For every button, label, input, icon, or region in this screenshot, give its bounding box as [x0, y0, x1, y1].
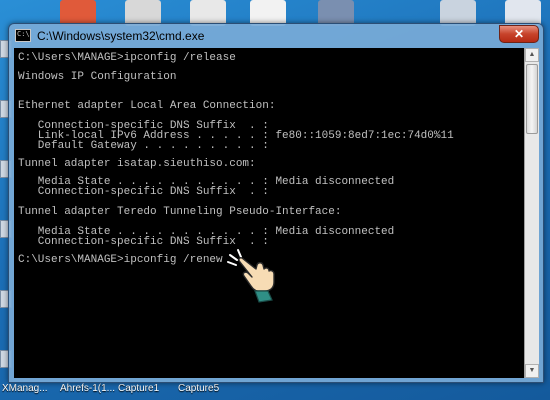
hand-motion-lines	[227, 249, 242, 266]
hand-cuff	[254, 290, 273, 303]
console-line: Windows IP Configuration	[18, 71, 177, 83]
console-line: Default Gateway . . . . . . . . . :	[18, 140, 269, 152]
scroll-thumb[interactable]	[526, 64, 538, 134]
console-prompt: C:\Users\MANAGE>ipconfig /renew	[18, 254, 223, 266]
console-output[interactable]: C:\Users\MANAGE>ipconfig /release Window…	[14, 48, 524, 378]
cmd-window[interactable]: C:\ C:\Windows\system32\cmd.exe ✕ C:\Use…	[8, 23, 544, 383]
desktop-icon-label[interactable]: Ahrefs-1(1...	[60, 383, 115, 394]
scroll-up-icon[interactable]: ▲	[525, 48, 539, 62]
pointing-hand-icon	[227, 249, 275, 303]
desktop-icon-label[interactable]: Capture1	[118, 383, 159, 394]
console-line: C:\Users\MANAGE>ipconfig /release	[18, 52, 236, 64]
vertical-scrollbar[interactable]: ▲ ▼	[524, 48, 539, 378]
window-title: C:\Windows\system32\cmd.exe	[37, 29, 205, 43]
title-bar[interactable]: C:\ C:\Windows\system32\cmd.exe ✕	[9, 24, 543, 48]
hand-shape	[238, 257, 275, 292]
cmd-icon-text: C:\	[17, 30, 30, 38]
desktop-icon-label[interactable]: Capture5	[178, 383, 219, 394]
console-line: Tunnel adapter isatap.sieuthiso.com:	[18, 158, 256, 170]
desktop-icon-label[interactable]: XManag...	[2, 383, 48, 394]
scroll-down-icon[interactable]: ▼	[525, 364, 539, 378]
close-icon[interactable]: ✕	[499, 25, 539, 43]
desktop-icon-labels: XManag... Ahrefs-1(1... Capture1 Capture…	[0, 380, 550, 400]
console-line: Connection-specific DNS Suffix . :	[18, 186, 269, 198]
cmd-icon[interactable]: C:\	[15, 29, 31, 42]
console-line: Tunnel adapter Teredo Tunneling Pseudo-I…	[18, 206, 342, 218]
console-line: Ethernet adapter Local Area Connection:	[18, 100, 276, 112]
